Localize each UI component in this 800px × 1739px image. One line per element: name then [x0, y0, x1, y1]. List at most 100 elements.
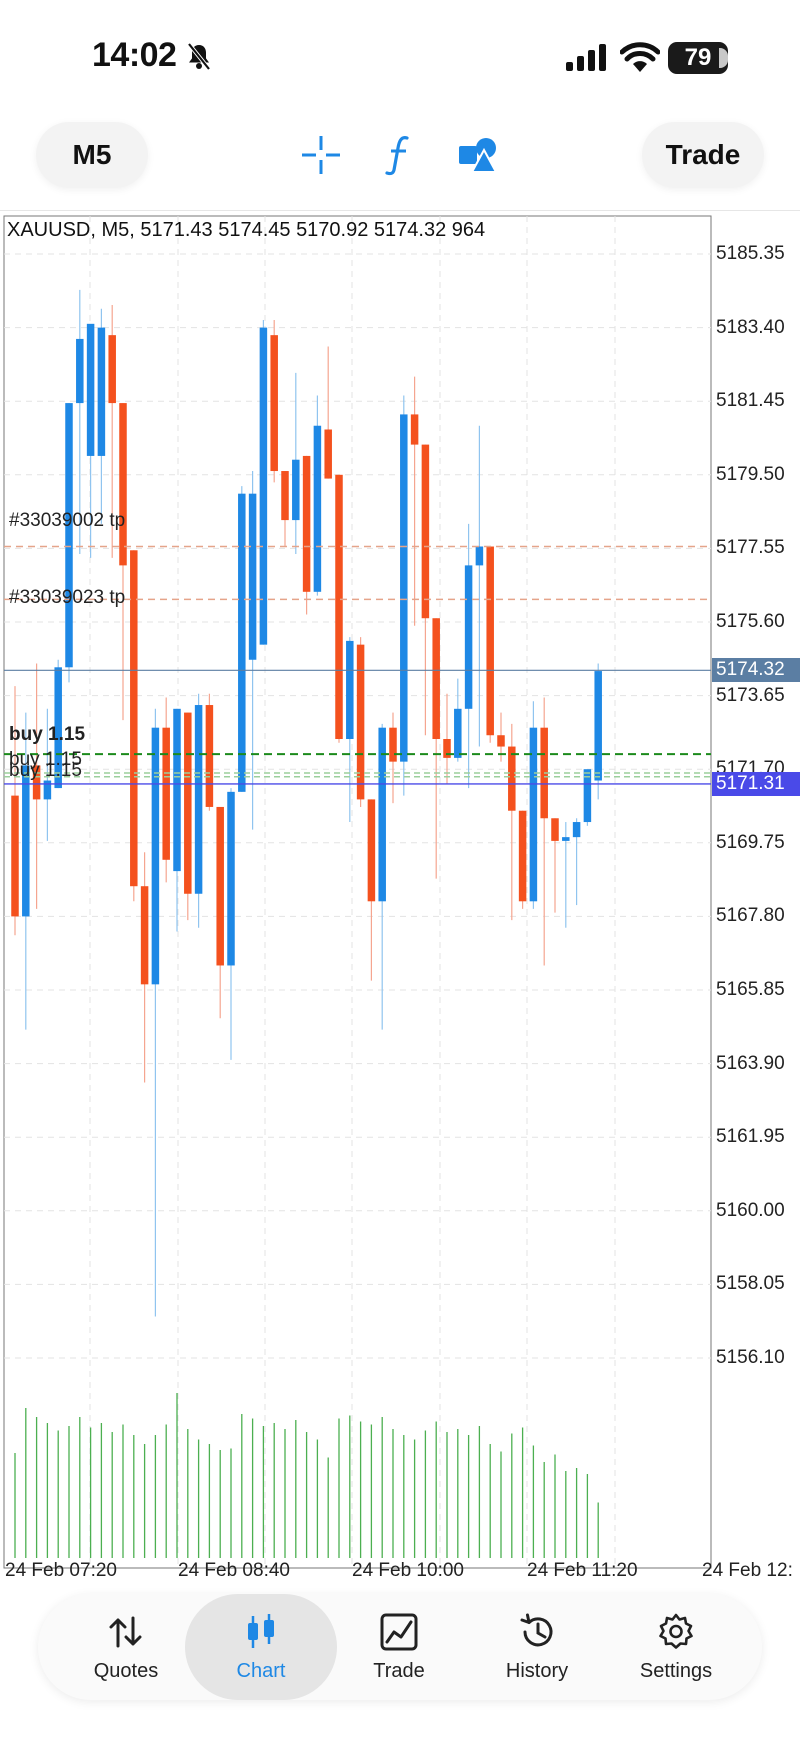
candle-body [173, 708, 181, 872]
candle-body [346, 640, 354, 740]
price-axis-label: 5160.00 [716, 1199, 785, 1221]
time-axis-label: 24 Feb 11:20 [527, 1560, 638, 1581]
candle-body [497, 735, 505, 747]
nav-trade[interactable]: Trade [334, 1594, 464, 1700]
candle-body [421, 444, 430, 619]
candle-body [518, 810, 527, 902]
chart-icon [248, 1613, 274, 1648]
candle-body [281, 471, 289, 521]
candle-body [184, 712, 192, 894]
nav-settings-label: Settings [639, 1659, 713, 1682]
bid-price-tag: 5174.32 [712, 658, 800, 683]
candle-body [108, 335, 116, 404]
nav-chart-label: Chart [236, 1659, 286, 1682]
candle-body [11, 795, 19, 917]
time-axis-label: 24 Feb 08:40 [178, 1560, 290, 1581]
candle-body [97, 327, 106, 456]
candle-body [454, 708, 462, 758]
candle-body [572, 822, 581, 838]
candle-body [594, 671, 602, 781]
candle-body [302, 455, 311, 592]
price-axis-label: 5167.80 [716, 905, 785, 927]
candle-body [162, 727, 170, 860]
nav-quotes-label: Quotes [93, 1659, 159, 1682]
candle-body [508, 746, 516, 811]
candle-body [151, 727, 160, 985]
time-axis-label: 24 Feb 10:00 [352, 1560, 464, 1581]
tp-label-1: #33039002 tp [9, 510, 126, 531]
candle-body [270, 335, 278, 472]
candle-body [335, 474, 343, 740]
candle-body [389, 727, 397, 762]
tp-label-2: #33039023 tp [9, 587, 126, 608]
candle-body [464, 565, 473, 709]
price-axis-label: 5161.95 [716, 1126, 785, 1148]
candle-body [22, 765, 30, 917]
candle-body [400, 414, 408, 762]
price-axis-label: 5169.75 [716, 831, 785, 853]
candle-body [410, 414, 419, 445]
candle-body [486, 546, 494, 736]
objects-icon[interactable] [456, 132, 502, 178]
chart-canvas[interactable] [0, 210, 800, 1590]
chart-toolbar: M5 Trade [0, 100, 800, 211]
nav-quotes[interactable]: Quotes [61, 1594, 191, 1700]
candle-body [119, 403, 127, 566]
candle-body [65, 403, 73, 668]
nav-history-label: History [505, 1659, 569, 1682]
candle-body [194, 705, 203, 894]
candle-body [238, 493, 246, 792]
bottom-navigation: Quotes Chart Trade History Settings [38, 1594, 762, 1700]
timeframe-button[interactable]: M5 [36, 122, 148, 188]
candle-body [205, 705, 214, 807]
candle-body [367, 799, 376, 902]
trade-icon [380, 1613, 418, 1650]
price-axis-label: 5185.35 [716, 243, 785, 264]
ask-price-tag: 5171.31 [712, 771, 800, 796]
candle-body [248, 493, 257, 660]
candle-body [140, 886, 149, 985]
price-axis-label: 5165.85 [716, 979, 785, 1000]
candle-body [562, 837, 570, 841]
silent-bell-icon [187, 42, 211, 71]
chart-header: XAUUSD, M5, 5171.43 5174.45 5170.92 5174… [7, 219, 486, 241]
buy-label-1: buy 1.15 [9, 724, 86, 745]
candle-body [86, 323, 95, 456]
history-icon [520, 1613, 553, 1646]
status-bar: 14:02 79 [0, 0, 800, 100]
candle-body [130, 550, 138, 887]
plot-frame [3, 215, 712, 1569]
candle-body [313, 425, 322, 592]
time-axis-label: 24 Feb 12: [702, 1560, 793, 1581]
candle-body [475, 546, 484, 566]
candle-body [432, 618, 440, 740]
trade-button[interactable]: Trade [642, 122, 764, 188]
crosshair-icon[interactable] [298, 132, 344, 178]
price-axis-label: 5158.05 [716, 1273, 785, 1295]
price-axis-label: 5179.50 [716, 463, 785, 485]
candle-body [259, 327, 268, 645]
nav-trade-label: Trade [373, 1659, 425, 1682]
indicators-icon[interactable] [377, 132, 423, 178]
nav-history[interactable]: History [472, 1594, 602, 1700]
settings-icon [659, 1613, 693, 1649]
wifi-icon [620, 42, 660, 72]
price-axis-label: 5177.55 [716, 537, 785, 559]
price-axis-label: 5163.90 [716, 1052, 785, 1074]
quotes-icon [109, 1616, 142, 1647]
price-axis-label: 5183.40 [716, 316, 785, 338]
price-axis-label: 5175.60 [716, 611, 785, 632]
candle-body [227, 791, 235, 966]
price-axis-label: 5173.65 [716, 684, 785, 706]
price-axis-label: 5156.10 [716, 1347, 785, 1368]
price-axis-label: 5181.45 [716, 390, 785, 412]
nav-settings[interactable]: Settings [611, 1594, 741, 1700]
candle-body [216, 806, 224, 966]
price-chart[interactable] [0, 210, 800, 1590]
candle-body [551, 818, 559, 841]
status-time: 14:02 [92, 36, 177, 74]
cellular-signal-icon [566, 44, 606, 71]
candle-body [76, 338, 84, 404]
nav-chart[interactable]: Chart [185, 1594, 337, 1700]
buy-label-3: buy 1.15 [9, 760, 82, 781]
